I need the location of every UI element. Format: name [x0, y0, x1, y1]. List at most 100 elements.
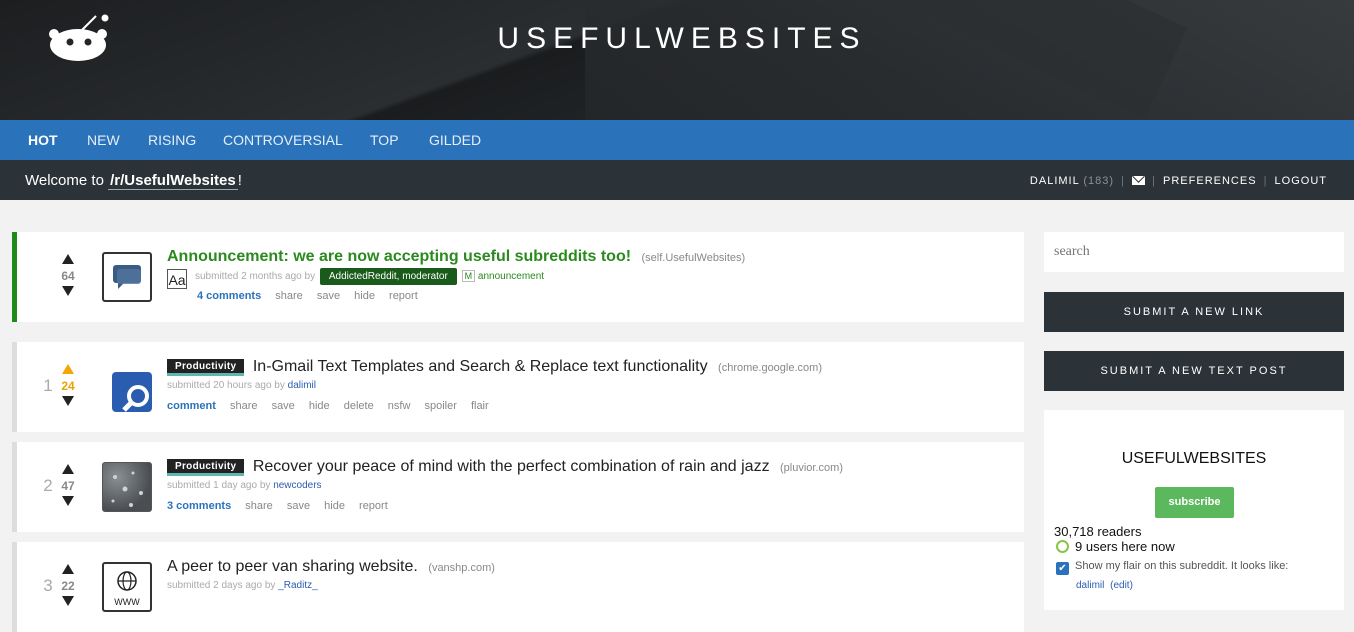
flair-toggle-text: Show my flair on this subreddit. It look… [1075, 560, 1289, 572]
report-button[interactable]: report [359, 500, 388, 512]
flair-user[interactable]: dalimil [1076, 580, 1104, 591]
post-rank: 1 [43, 376, 53, 395]
tab-gilded[interactable]: GILDED [429, 120, 481, 160]
comments-link[interactable]: 4 comments [197, 290, 261, 302]
vote-box: 24 [57, 364, 79, 406]
save-button[interactable]: save [317, 290, 340, 302]
post-item: 3 22 WWW A peer to peer van sharing webs… [12, 542, 1024, 632]
magnifier-icon[interactable] [112, 372, 152, 412]
downvote-arrow-icon[interactable] [62, 596, 74, 606]
tab-hot[interactable]: HOT [28, 120, 58, 160]
post-domain[interactable]: (self.UsefulWebsites) [642, 252, 746, 264]
user-karma: (183) [1083, 175, 1115, 187]
preferences-link[interactable]: PREFERENCES [1163, 175, 1257, 187]
tab-controversial[interactable]: CONTROVERSIAL [223, 120, 343, 160]
post-title-line: Announcement: we are now accepting usefu… [167, 248, 745, 266]
post-rank: 2 [43, 476, 53, 495]
share-button[interactable]: share [275, 290, 303, 302]
www-label: WWW [114, 597, 140, 607]
subreddit-link[interactable]: /r/UsefulWebsites [108, 172, 238, 190]
self-post-icon[interactable] [102, 252, 152, 302]
search-input[interactable] [1044, 232, 1344, 272]
delete-button[interactable]: delete [344, 400, 374, 412]
upvote-arrow-icon[interactable] [62, 564, 74, 574]
post-tagline: submitted 2 days ago by _Raditz_ [167, 580, 318, 591]
hide-button[interactable]: hide [324, 500, 345, 512]
logout-link[interactable]: LOGOUT [1275, 175, 1327, 187]
tab-new[interactable]: NEW [87, 120, 120, 160]
post-title-line: A peer to peer van sharing website. (van… [167, 558, 495, 576]
upvote-arrow-icon[interactable] [62, 364, 74, 374]
rain-photo-icon[interactable] [102, 462, 152, 512]
expando-button[interactable]: Aa [167, 269, 187, 289]
tab-top[interactable]: TOP [370, 120, 399, 160]
link-flair[interactable]: announcement [478, 271, 544, 282]
post-flair[interactable]: Productivity [167, 359, 245, 376]
post-score: 22 [61, 579, 75, 593]
hide-button[interactable]: hide [309, 400, 330, 412]
save-button[interactable]: save [287, 500, 310, 512]
post-title-line: Productivity In-Gmail Text Templates and… [167, 358, 822, 376]
post-domain[interactable]: (vanshp.com) [428, 562, 495, 574]
raindrops-glyph [111, 471, 143, 507]
downvote-arrow-icon[interactable] [62, 496, 74, 506]
globe-www-icon[interactable]: WWW [102, 562, 152, 612]
share-button[interactable]: share [245, 500, 273, 512]
vote-box: 64 [57, 254, 79, 296]
subreddit-title[interactable]: USEFULWEBSITES [1044, 450, 1344, 468]
post-title[interactable]: Recover your peace of mind with the perf… [253, 458, 770, 475]
reader-count: 30,718 readers [1054, 524, 1142, 539]
speech-bubbles-icon [113, 265, 141, 289]
online-dot-icon [1056, 540, 1069, 553]
welcome-prefix: Welcome to [25, 172, 104, 189]
flair-preview: dalimil (edit) [1076, 580, 1336, 591]
post-domain[interactable]: (chrome.google.com) [718, 362, 822, 374]
post-buttons: 3 comments share save hide report [167, 500, 399, 512]
comments-link[interactable]: 3 comments [167, 500, 231, 512]
downvote-arrow-icon[interactable] [62, 396, 74, 406]
tab-rising[interactable]: RISING [148, 120, 196, 160]
post-author[interactable]: dalimil [288, 380, 316, 391]
post-author[interactable]: newcoders [273, 480, 321, 491]
hide-button[interactable]: hide [354, 290, 375, 302]
report-button[interactable]: report [389, 290, 418, 302]
share-button[interactable]: share [230, 400, 258, 412]
downvote-arrow-icon[interactable] [62, 286, 74, 296]
post-buttons: comment share save hide delete nsfw spoi… [167, 400, 500, 412]
post-title[interactable]: Announcement: we are now accepting usefu… [167, 248, 631, 265]
flair-toggle: ✔ Show my flair on this subreddit. It loo… [1056, 560, 1336, 591]
subscribe-button[interactable]: subscribe [1155, 487, 1234, 518]
users-online-text: 9 users here now [1075, 539, 1175, 554]
post-score: 64 [61, 269, 75, 283]
username-link[interactable]: DALIMIL [1030, 175, 1079, 187]
save-button[interactable]: save [272, 400, 295, 412]
submitted-text: submitted 2 months ago by [195, 271, 316, 282]
post-rank: 3 [43, 576, 53, 595]
mail-icon[interactable] [1132, 176, 1146, 185]
post-title[interactable]: In-Gmail Text Templates and Search & Rep… [253, 358, 708, 375]
upvote-arrow-icon[interactable] [62, 464, 74, 474]
submit-text-button[interactable]: SUBMIT A NEW TEXT POST [1044, 351, 1344, 391]
upvote-arrow-icon[interactable] [62, 254, 74, 264]
users-online: 9 users here now [1056, 539, 1175, 554]
post-author[interactable]: AddictedReddit, moderator [319, 268, 457, 285]
comments-link[interactable]: comment [167, 400, 216, 412]
flair-edit-link[interactable]: (edit) [1110, 580, 1133, 591]
post-flair[interactable]: Productivity [167, 459, 245, 476]
site-title[interactable]: USEFULWEBSITES [0, 22, 1354, 56]
sort-tab-bar: HOT NEW RISING CONTROVERSIAL TOP GILDED [0, 120, 1354, 160]
submit-link-button[interactable]: SUBMIT A NEW LINK [1044, 292, 1344, 332]
post-score: 47 [61, 479, 75, 493]
flair-button[interactable]: flair [471, 400, 489, 412]
checkbox-icon[interactable]: ✔ [1056, 562, 1069, 575]
nsfw-button[interactable]: nsfw [388, 400, 411, 412]
vote-box: 22 [57, 564, 79, 606]
post-title[interactable]: A peer to peer van sharing website. [167, 558, 418, 575]
post-item: 1 24 Productivity In-Gmail Text Template… [12, 342, 1024, 432]
post-item: 2 47 Productivity Recover your peace of … [12, 442, 1024, 532]
spoiler-button[interactable]: spoiler [424, 400, 456, 412]
post-author[interactable]: _Raditz_ [278, 580, 317, 591]
post-domain[interactable]: (pluvior.com) [780, 462, 843, 474]
post-tagline: submitted 1 day ago by newcoders [167, 480, 322, 491]
submitted-text: submitted 2 days ago by [167, 580, 276, 591]
